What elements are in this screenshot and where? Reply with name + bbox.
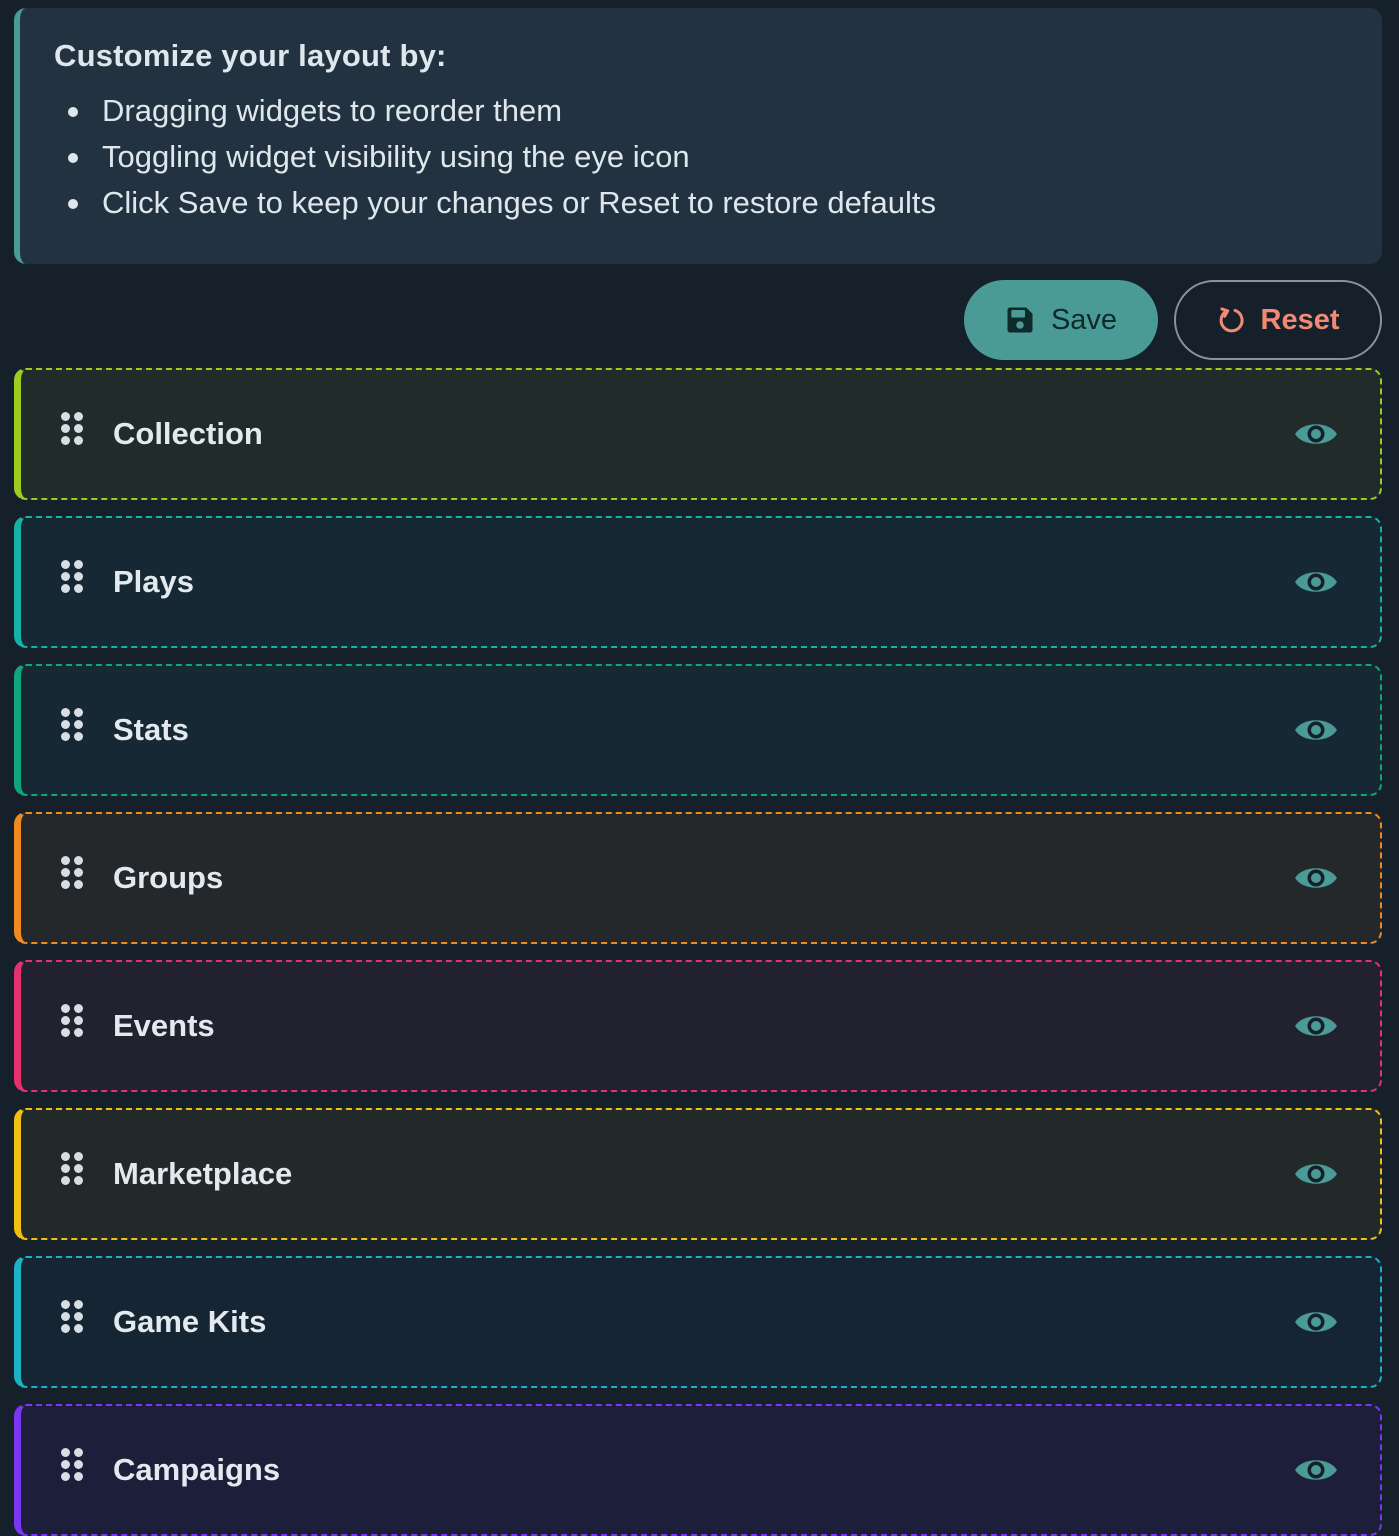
eye-icon[interactable] <box>1292 860 1340 896</box>
eye-icon[interactable] <box>1292 1008 1340 1044</box>
widget-row-plays[interactable]: Plays <box>14 516 1382 648</box>
save-button-label: Save <box>1050 303 1118 336</box>
drag-handle-icon[interactable] <box>61 856 83 892</box>
eye-icon[interactable] <box>1292 416 1340 452</box>
instructions-title: Customize your layout by: <box>54 38 447 73</box>
widget-label: Game Kits <box>113 1304 267 1339</box>
widget-row-campaigns[interactable]: Campaigns <box>14 1404 1382 1536</box>
widget-row-stats[interactable]: Stats <box>14 664 1382 796</box>
drag-handle-icon[interactable] <box>61 560 83 596</box>
drag-handle-icon[interactable] <box>61 708 83 744</box>
widget-label: Groups <box>113 860 224 895</box>
eye-icon[interactable] <box>1292 1156 1340 1192</box>
save-button[interactable]: Save <box>964 280 1158 360</box>
rotate-ccw-icon <box>1219 307 1244 333</box>
instruction-item: Dragging widgets to reorder them <box>68 88 1348 134</box>
drag-handle-icon[interactable] <box>61 412 83 448</box>
widget-row-events[interactable]: Events <box>14 960 1382 1092</box>
instruction-item: Toggling widget visibility using the eye… <box>68 134 1348 180</box>
widget-label: Collection <box>113 416 263 451</box>
widget-label: Events <box>113 1008 215 1043</box>
widget-label: Marketplace <box>113 1156 293 1191</box>
instructions-list: Dragging widgets to reorder them Togglin… <box>54 88 1348 226</box>
drag-handle-icon[interactable] <box>61 1448 83 1484</box>
layout-toolbar: Save Reset <box>14 280 1382 360</box>
widget-label: Stats <box>113 712 189 747</box>
eye-icon[interactable] <box>1292 1452 1340 1488</box>
widget-row-game-kits[interactable]: Game Kits <box>14 1256 1382 1388</box>
widget-row-marketplace[interactable]: Marketplace <box>14 1108 1382 1240</box>
widget-label: Plays <box>113 564 195 599</box>
eye-icon[interactable] <box>1292 564 1340 600</box>
widget-row-collection[interactable]: Collection <box>14 368 1382 500</box>
reset-button[interactable]: Reset <box>1174 280 1382 360</box>
drag-handle-icon[interactable] <box>61 1152 83 1188</box>
drag-handle-icon[interactable] <box>61 1004 83 1040</box>
widget-list: Collection Plays Stats Groups Events Mar… <box>14 368 1382 1536</box>
instructions-panel: Customize your layout by: Dragging widge… <box>14 8 1382 264</box>
widget-label: Campaigns <box>113 1452 281 1487</box>
drag-handle-icon[interactable] <box>61 1300 83 1336</box>
instruction-item: Click Save to keep your changes or Reset… <box>68 180 1348 226</box>
widget-row-groups[interactable]: Groups <box>14 812 1382 944</box>
reset-button-label: Reset <box>1260 303 1340 336</box>
eye-icon[interactable] <box>1292 1304 1340 1340</box>
layout-customizer: Customize your layout by: Dragging widge… <box>0 0 1399 1536</box>
eye-icon[interactable] <box>1292 712 1340 748</box>
floppy-disk-icon <box>1007 307 1033 333</box>
